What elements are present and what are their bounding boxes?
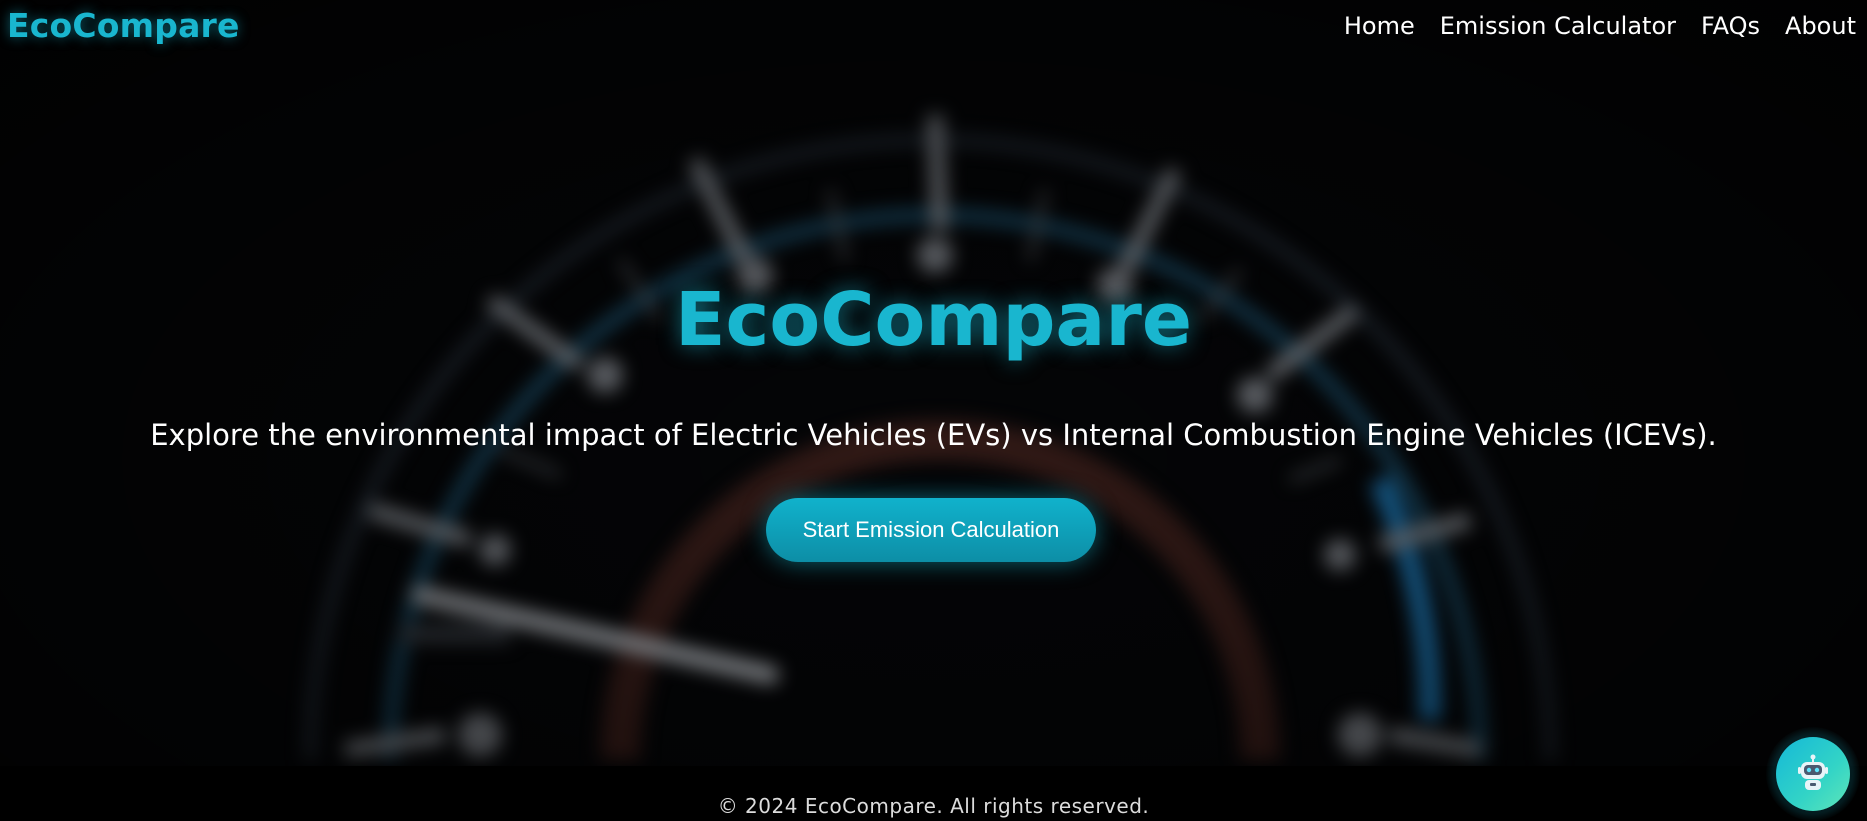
brand-logo[interactable]: EcoCompare bbox=[7, 6, 240, 45]
chatbot-icon-container[interactable] bbox=[1776, 737, 1850, 811]
page: EcoCompare Home Emission Calculator FAQs… bbox=[0, 0, 1867, 821]
robot-icon bbox=[1798, 754, 1828, 790]
nav-item-faqs[interactable]: FAQs bbox=[1701, 12, 1760, 40]
hero-overlay bbox=[0, 0, 1867, 766]
nav-item-home[interactable]: Home bbox=[1344, 12, 1415, 40]
hero-background-image bbox=[0, 0, 1867, 766]
footer-copyright: © 2024 EcoCompare. All rights reserved. bbox=[717, 794, 1150, 818]
nav-item-about[interactable]: About bbox=[1785, 12, 1856, 40]
nav-item-emission-calculator[interactable]: Emission Calculator bbox=[1440, 12, 1676, 40]
hero-subtitle: Explore the environmental impact of Elec… bbox=[150, 418, 1717, 452]
footer: © 2024 EcoCompare. All rights reserved. bbox=[0, 766, 1867, 821]
nav-links: Home Emission Calculator FAQs About bbox=[1344, 12, 1856, 40]
start-emission-calculation-button[interactable]: Start Emission Calculation bbox=[766, 498, 1096, 562]
chatbot-button[interactable] bbox=[1766, 727, 1860, 821]
navbar: EcoCompare Home Emission Calculator FAQs… bbox=[0, 0, 1867, 56]
hero-title: EcoCompare bbox=[674, 277, 1193, 363]
